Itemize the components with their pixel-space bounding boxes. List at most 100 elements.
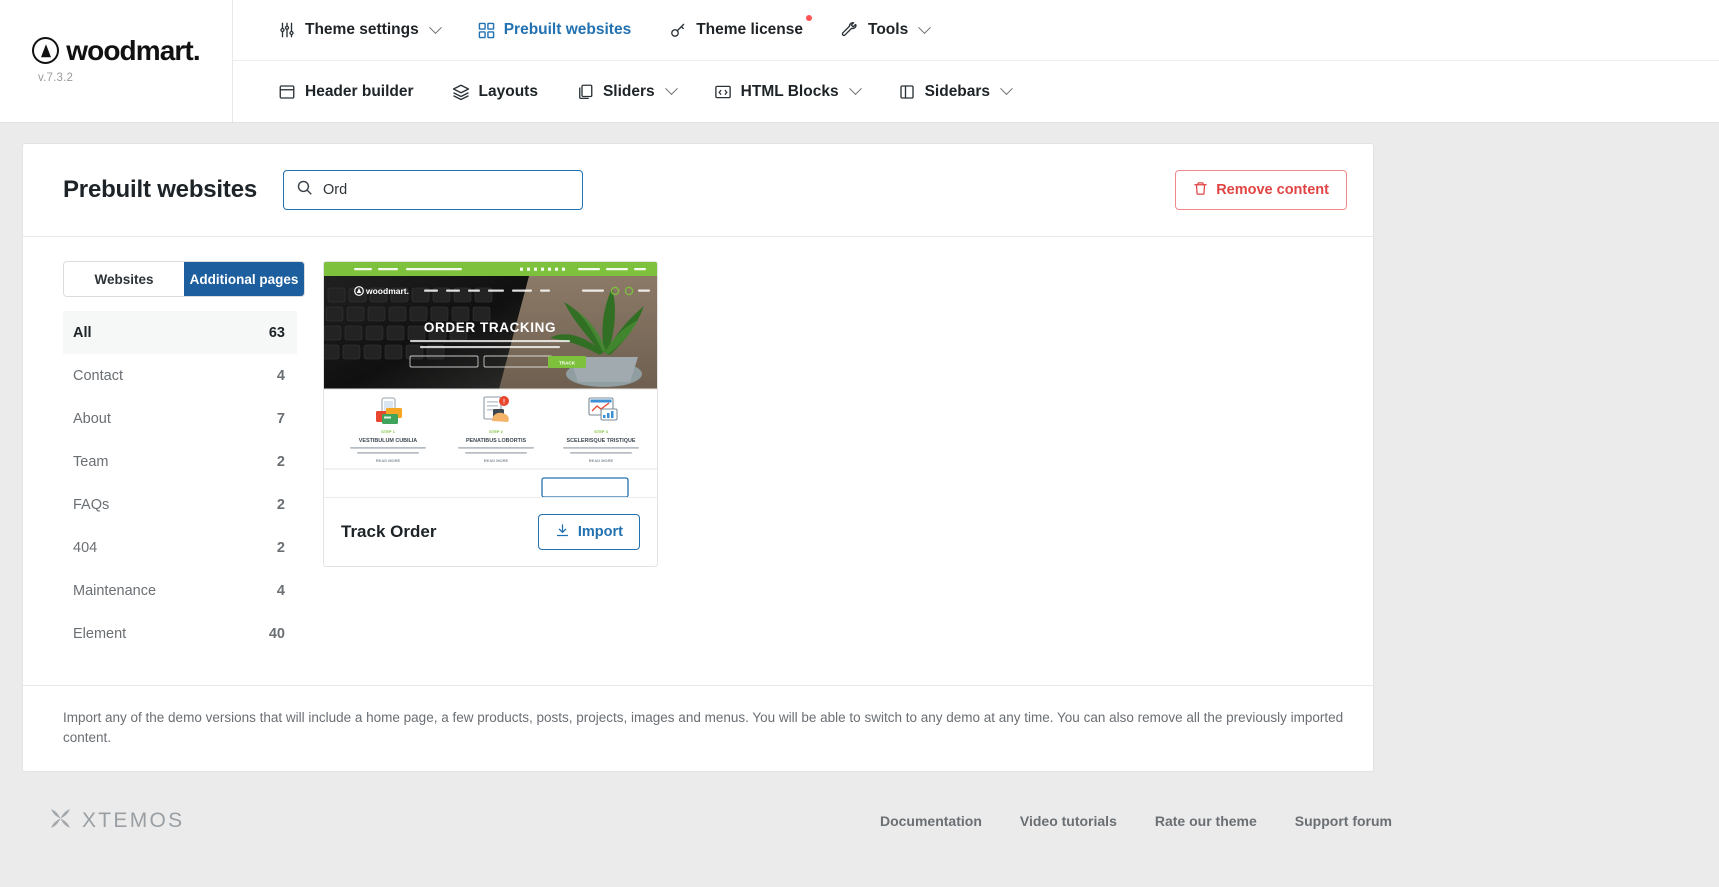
chevron-down-icon (1000, 82, 1013, 96)
svg-text:STEP 2: STEP 2 (489, 429, 503, 434)
svg-text:READ MORE: READ MORE (484, 458, 509, 463)
search-box[interactable] (283, 170, 583, 210)
chevron-down-icon (848, 82, 862, 96)
nav-label: Sidebars (924, 82, 991, 100)
chevron-down-icon (428, 20, 442, 34)
nav-item-sidebars[interactable]: Sidebars (879, 61, 1030, 122)
xtemos-name: XTEMOS (82, 808, 185, 832)
filters-sidebar: Websites Additional pages All 63 Contact… (49, 261, 305, 655)
panel-header: Prebuilt websites Remove content (23, 144, 1373, 237)
nav-item-layouts[interactable]: Layouts (433, 61, 557, 122)
search-input[interactable] (323, 182, 570, 198)
tab-additional-pages[interactable]: Additional pages (184, 262, 304, 296)
layers-icon (452, 83, 470, 101)
prebuilt-websites-panel: Prebuilt websites Remove content (22, 143, 1374, 772)
footer-link-rate-our-theme[interactable]: Rate our theme (1155, 813, 1257, 829)
category-item-about[interactable]: About 7 (63, 397, 297, 440)
wrench-icon (841, 21, 859, 39)
svg-text:TRACK: TRACK (559, 361, 576, 366)
xtemos-logo: XTEMOS (48, 806, 184, 836)
nav-item-theme-license[interactable]: Theme license (650, 0, 822, 60)
category-item-faqs[interactable]: FAQs 2 (63, 483, 297, 526)
category-item-team[interactable]: Team 2 (63, 440, 297, 483)
xtemos-x-icon (48, 806, 73, 836)
nav-item-theme-settings[interactable]: Theme settings (259, 0, 459, 60)
brand-name: woodmart. (66, 34, 200, 66)
footer-link-documentation[interactable]: Documentation (880, 813, 982, 829)
category-count: 2 (276, 453, 285, 470)
nav-label: Prebuilt websites (503, 21, 632, 38)
remove-content-button[interactable]: Remove content (1175, 170, 1347, 210)
tab-websites-label: Websites (94, 271, 154, 287)
woodmart-logo: woodmart. (32, 34, 201, 67)
brand-block: woodmart. v.7.3.2 (0, 0, 233, 122)
trash-icon (1193, 181, 1208, 200)
nav-item-tools[interactable]: Tools (822, 0, 948, 60)
category-label: Maintenance (73, 582, 157, 599)
svg-text:STEP 1: STEP 1 (381, 429, 395, 434)
svg-text:!: ! (503, 399, 505, 405)
category-label: 404 (73, 539, 98, 556)
content-wrap: Prebuilt websites Remove content (0, 123, 1719, 836)
category-label: FAQs (73, 496, 110, 513)
grid-squares-icon (478, 22, 495, 39)
nav-label: Header builder (305, 82, 414, 100)
category-label: About (73, 410, 111, 427)
category-list: All 63 Contact 4 About 7 Team 2 FAQs 2 4… (63, 311, 297, 655)
nav-row-primary: Theme settings Prebuilt websites Theme l… (233, 0, 1719, 61)
card-title: Track Order (341, 522, 437, 541)
nav-label: HTML Blocks (740, 82, 839, 100)
category-item-all[interactable]: All 63 (63, 311, 297, 354)
nav-columns: Theme settings Prebuilt websites Theme l… (233, 0, 1719, 122)
copy-slides-icon (576, 83, 594, 101)
prebuilt-card-grid: woodmart. ORDER TRACKING TRACK ! STEP 1 … (297, 261, 1347, 655)
import-label: Import (577, 524, 623, 540)
footer-links: Documentation Video tutorials Rate our t… (880, 813, 1392, 829)
tab-additional-pages-label: Additional pages (189, 271, 299, 287)
download-icon (555, 523, 570, 542)
panel-body: Websites Additional pages All 63 Contact… (23, 237, 1373, 685)
prebuilt-card-track-order[interactable]: woodmart. ORDER TRACKING TRACK ! STEP 1 … (323, 261, 658, 567)
category-count: 4 (276, 367, 285, 384)
page-title: Prebuilt websites (63, 176, 257, 203)
key-icon (669, 21, 687, 39)
svg-text:SCELERISQUE TRISTIQUE: SCELERISQUE TRISTIQUE (567, 438, 636, 444)
notification-dot-icon (806, 15, 813, 21)
code-block-icon (714, 83, 732, 101)
svg-text:PENATIBUS LOBORTIS: PENATIBUS LOBORTIS (466, 438, 527, 444)
nav-label: Tools (868, 21, 909, 38)
nav-label: Theme settings (305, 21, 419, 38)
svg-text:READ MORE: READ MORE (376, 458, 401, 463)
footer-link-support-forum[interactable]: Support forum (1295, 813, 1392, 829)
nav-label: Theme license (696, 21, 804, 38)
category-label: Team (73, 453, 109, 470)
import-button[interactable]: Import (537, 514, 640, 550)
brand-version: v.7.3.2 (38, 71, 74, 84)
category-item-404[interactable]: 404 2 (63, 526, 297, 569)
sliders-icon (278, 21, 296, 39)
category-count: 2 (276, 496, 285, 513)
nav-item-prebuilt-websites[interactable]: Prebuilt websites (459, 0, 650, 60)
nav-item-header-builder[interactable]: Header builder (259, 61, 433, 122)
import-note: Import any of the demo versions that wil… (23, 685, 1373, 771)
remove-content-label: Remove content (1216, 182, 1329, 198)
category-item-maintenance[interactable]: Maintenance 4 (63, 569, 297, 612)
nav-item-html-blocks[interactable]: HTML Blocks (695, 61, 879, 122)
category-count: 2 (276, 539, 285, 556)
svg-text:ORDER TRACKING: ORDER TRACKING (424, 320, 556, 335)
svg-text:VESTIBULUM CUBILIA: VESTIBULUM CUBILIA (359, 438, 418, 444)
sidebar-panel-icon (898, 83, 916, 101)
card-preview-thumbnail: woodmart. ORDER TRACKING TRACK ! STEP 1 … (324, 262, 657, 497)
tab-websites[interactable]: Websites (64, 262, 184, 296)
source-tabs: Websites Additional pages (63, 261, 305, 297)
chevron-down-icon (664, 82, 678, 96)
category-item-contact[interactable]: Contact 4 (63, 354, 297, 397)
card-footer: Track Order Import (324, 497, 657, 566)
woodmart-circle-arrow-icon (32, 37, 60, 64)
page-footer: XTEMOS Documentation Video tutorials Rat… (44, 798, 1396, 836)
admin-topbar: woodmart. v.7.3.2 Theme settings Prebuil… (0, 0, 1719, 123)
category-count: 7 (276, 410, 285, 427)
footer-link-video-tutorials[interactable]: Video tutorials (1020, 813, 1117, 829)
category-item-element[interactable]: Element 40 (63, 612, 297, 655)
nav-item-sliders[interactable]: Sliders (557, 61, 695, 122)
